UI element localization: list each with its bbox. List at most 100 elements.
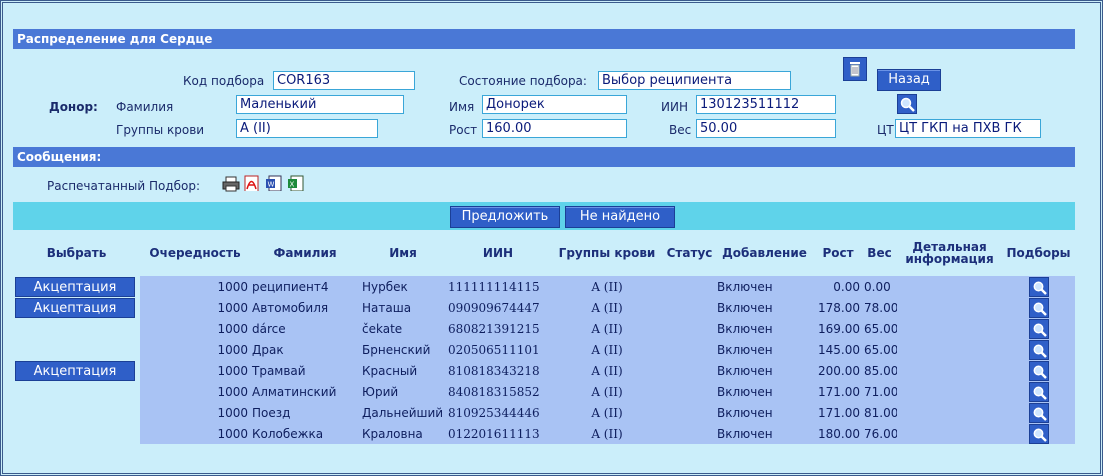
detail-cell — [897, 297, 1002, 318]
ct-field[interactable]: ЦТ ГКП на ПХВ ГК — [895, 119, 1041, 138]
col-firstname[interactable]: Имя — [360, 230, 446, 276]
select-cell: Акцептация — [13, 297, 140, 318]
table-header-row: Выбрать Очередность Фамилия Имя ИИН Груп… — [13, 230, 1075, 276]
order-cell: 1000 — [140, 381, 250, 402]
lastname-cell: Колобежка — [250, 423, 360, 444]
col-order[interactable]: Очередность — [140, 230, 250, 276]
matches-cell — [1002, 360, 1075, 381]
blood-cell: A (II) — [550, 381, 664, 402]
propose-button[interactable]: Предложить — [450, 206, 560, 228]
pdf-icon[interactable] — [243, 175, 261, 191]
col-weight[interactable]: Вес — [862, 230, 897, 276]
view-matches-button[interactable] — [1028, 360, 1049, 381]
matches-cell — [1002, 339, 1075, 360]
select-cell: Акцептация — [13, 276, 140, 297]
search-donor-button[interactable] — [897, 94, 917, 114]
weight-cell: 81.00 — [862, 402, 897, 423]
lastname-cell: реципиент4 — [250, 276, 360, 297]
table-row: 1000 dárce čekate 680821391215 A (II) Включен… — [13, 318, 1075, 339]
recipients-table: Выбрать Очередность Фамилия Имя ИИН Груп… — [13, 230, 1075, 444]
table-row: 1000 Алматинский Юрий 840818315852 A (II) Вкл… — [13, 381, 1075, 402]
printed-label: Распечатанный Подбор: — [47, 179, 201, 193]
firstname-cell: Нурбек — [360, 276, 446, 297]
col-status[interactable]: Статус — [664, 230, 715, 276]
detail-cell — [897, 276, 1002, 297]
iin-cell: 810925344446 — [446, 402, 550, 423]
printer-icon[interactable] — [222, 176, 240, 192]
code-label: Код подбора — [183, 74, 265, 88]
delete-button[interactable] — [843, 57, 867, 81]
code-field[interactable]: COR163 — [273, 71, 415, 90]
height-field[interactable]: 160.00 — [482, 119, 627, 138]
col-detail[interactable]: Детальная информация — [897, 230, 1002, 276]
col-blood[interactable]: Группы крови — [550, 230, 664, 276]
height-cell: 178.00 — [814, 297, 862, 318]
height-cell: 169.00 — [814, 318, 862, 339]
detail-cell — [897, 339, 1002, 360]
view-matches-button[interactable] — [1028, 402, 1049, 423]
status-cell — [664, 381, 715, 402]
select-cell — [13, 318, 140, 339]
matches-cell — [1002, 276, 1075, 297]
word-icon[interactable]: W — [265, 175, 283, 191]
iin-cell: 840818315852 — [446, 381, 550, 402]
height-cell: 200.00 — [814, 360, 862, 381]
blood-cell: A (II) — [550, 297, 664, 318]
height-cell: 171.00 — [814, 381, 862, 402]
blood-cell: A (II) — [550, 360, 664, 381]
lastname-field[interactable]: Маленький — [236, 95, 404, 114]
blood-field[interactable]: A (II) — [236, 119, 378, 138]
weight-cell: 85.00 — [862, 360, 897, 381]
blood-label: Группы крови — [116, 123, 205, 137]
col-iin[interactable]: ИИН — [446, 230, 550, 276]
view-matches-button[interactable] — [1028, 423, 1049, 444]
view-matches-button[interactable] — [1028, 339, 1049, 360]
col-lastname[interactable]: Фамилия — [250, 230, 360, 276]
ct-label: ЦТ — [877, 123, 894, 137]
accept-button[interactable]: Акцептация — [15, 297, 135, 318]
search-icon — [1033, 428, 1047, 442]
lastname-cell: dárce — [250, 318, 360, 339]
added-cell: Включен — [715, 360, 814, 381]
iin-cell: 090909674447 — [446, 297, 550, 318]
select-cell: Акцептация — [13, 360, 140, 381]
iin-cell: 680821391215 — [446, 318, 550, 339]
accept-button[interactable]: Акцептация — [15, 360, 135, 381]
firstname-field[interactable]: Донорек — [482, 95, 627, 114]
accept-button[interactable]: Акцептация — [15, 276, 135, 297]
iin-field[interactable]: 130123511112 — [696, 95, 836, 114]
height-cell: 145.00 — [814, 339, 862, 360]
excel-icon[interactable]: X — [287, 175, 305, 191]
back-button[interactable]: Назад — [877, 69, 941, 91]
added-cell: Включен — [715, 297, 814, 318]
select-cell — [13, 423, 140, 444]
search-icon — [1033, 302, 1047, 316]
state-field[interactable]: Выбор реципиента — [598, 71, 791, 90]
height-label: Рост — [449, 123, 478, 137]
weight-field[interactable]: 50.00 — [696, 119, 836, 138]
col-added[interactable]: Добавление — [715, 230, 814, 276]
not-found-button[interactable]: Не найдено — [565, 206, 675, 228]
order-cell: 1000 — [140, 339, 250, 360]
search-icon — [1033, 281, 1047, 295]
weight-cell: 65.00 — [862, 318, 897, 339]
col-matches[interactable]: Подборы — [1002, 230, 1075, 276]
view-matches-button[interactable] — [1028, 318, 1049, 339]
lastname-cell: Трамвай — [250, 360, 360, 381]
view-matches-button[interactable] — [1028, 381, 1049, 402]
view-matches-button[interactable] — [1028, 276, 1049, 297]
blood-cell: A (II) — [550, 423, 664, 444]
status-cell — [664, 360, 715, 381]
trash-icon — [850, 62, 860, 77]
iin-label: ИИН — [661, 100, 688, 114]
added-cell: Включен — [715, 423, 814, 444]
search-icon — [1033, 365, 1047, 379]
col-select[interactable]: Выбрать — [13, 230, 140, 276]
status-cell — [664, 339, 715, 360]
svg-text:X: X — [290, 181, 295, 189]
view-matches-button[interactable] — [1028, 297, 1049, 318]
col-height[interactable]: Рост — [814, 230, 862, 276]
iin-cell: 111111114115 — [446, 276, 550, 297]
search-icon — [900, 97, 915, 112]
iin-cell: 012201611113 — [446, 423, 550, 444]
